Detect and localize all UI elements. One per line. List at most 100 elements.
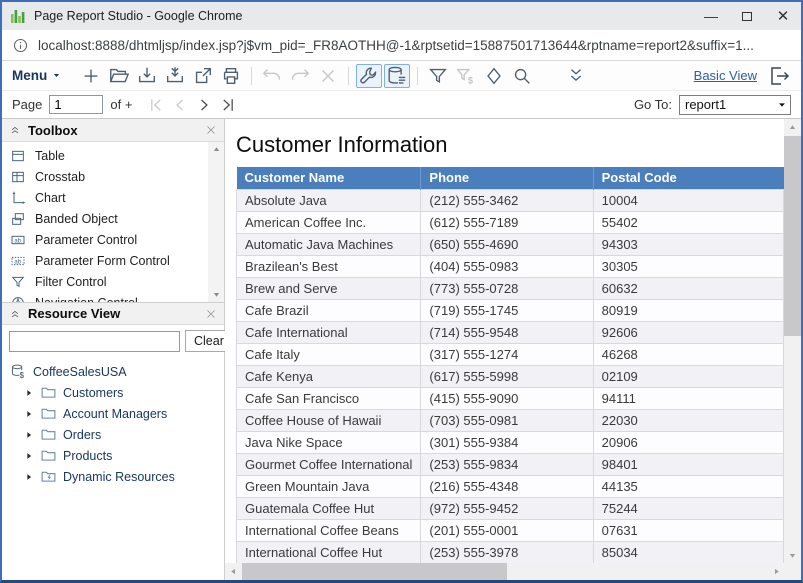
scroll-right-icon[interactable]	[768, 563, 784, 580]
toolbox-item-chart[interactable]: Chart	[2, 187, 207, 208]
scroll-down-icon[interactable]	[208, 287, 224, 302]
toolbox-item-crosstab[interactable]: Crosstab	[2, 166, 207, 187]
expand-arrow-icon[interactable]	[24, 430, 34, 440]
cell-postal-code[interactable]: 02109	[593, 365, 783, 387]
cell-phone[interactable]: (972) 555-9452	[421, 497, 593, 519]
cell-phone[interactable]: (650) 555-4690	[421, 233, 593, 255]
more-tools-button[interactable]	[563, 64, 589, 88]
toolbox-item-parameter-form-control[interactable]: abParameter Form Control	[2, 250, 207, 271]
report-title-label[interactable]: Customer Information	[236, 132, 784, 158]
toolbox-scrollbar[interactable]	[208, 142, 224, 302]
url-text[interactable]: localhost:8888/dhtmljsp/index.jsp?j$vm_p…	[38, 38, 754, 53]
close-resource-view-icon[interactable]	[205, 308, 217, 320]
cell-customer-name[interactable]: Cafe Kenya	[237, 365, 421, 387]
tree-node-customers[interactable]: Customers	[10, 382, 224, 403]
cell-customer-name[interactable]: Cafe Italy	[237, 343, 421, 365]
undo-button[interactable]	[259, 64, 285, 88]
first-page-button[interactable]	[146, 95, 166, 115]
cell-phone[interactable]: (404) 555-0983	[421, 255, 593, 277]
goto-report-select[interactable]: report1	[679, 95, 791, 115]
cell-postal-code[interactable]: 94303	[593, 233, 783, 255]
cell-phone[interactable]: (201) 555-0001	[421, 519, 593, 541]
cell-phone[interactable]: (714) 555-9548	[421, 321, 593, 343]
cell-customer-name[interactable]: Cafe San Francisco	[237, 387, 421, 409]
expand-arrow-icon[interactable]	[24, 451, 34, 461]
filter-button[interactable]	[425, 64, 451, 88]
cell-postal-code[interactable]: 94111	[593, 387, 783, 409]
menu-button[interactable]: Menu	[12, 68, 61, 83]
conditional-format-button[interactable]: $	[453, 64, 479, 88]
cell-postal-code[interactable]: 75244	[593, 497, 783, 519]
tree-node-orders[interactable]: Orders	[10, 424, 224, 445]
redo-button[interactable]	[287, 64, 313, 88]
cell-customer-name[interactable]: Cafe Brazil	[237, 299, 421, 321]
cell-customer-name[interactable]: American Coffee Inc.	[237, 211, 421, 233]
cell-phone[interactable]: (253) 555-3978	[421, 541, 593, 563]
cell-customer-name[interactable]: International Coffee Beans	[237, 519, 421, 541]
page-number-input[interactable]	[49, 95, 103, 114]
search-button[interactable]	[509, 64, 535, 88]
cell-postal-code[interactable]: 46268	[593, 343, 783, 365]
cell-customer-name[interactable]: Coffee House of Hawaii	[237, 409, 421, 431]
cell-customer-name[interactable]: International Coffee Hut	[237, 541, 421, 563]
cell-phone[interactable]: (719) 555-1745	[421, 299, 593, 321]
cell-customer-name[interactable]: Gourmet Coffee International	[237, 453, 421, 475]
tree-node-products[interactable]: Products	[10, 445, 224, 466]
cell-customer-name[interactable]: Cafe International	[237, 321, 421, 343]
scroll-up-icon[interactable]	[784, 119, 801, 135]
save-as-button[interactable]	[162, 64, 188, 88]
column-header-customer-name[interactable]: Customer Name	[237, 167, 421, 189]
cell-postal-code[interactable]: 20906	[593, 431, 783, 453]
cell-customer-name[interactable]: Absolute Java	[237, 189, 421, 211]
toolbox-item-banded-object[interactable]: Banded Object	[2, 208, 207, 229]
scroll-down-icon[interactable]	[784, 547, 801, 563]
cell-phone[interactable]: (253) 555-9834	[421, 453, 593, 475]
delete-button[interactable]	[315, 64, 341, 88]
minimize-button[interactable]: —	[693, 2, 729, 30]
main-vertical-scrollbar[interactable]	[784, 119, 801, 563]
cell-customer-name[interactable]: Brazilean's Best	[237, 255, 421, 277]
basic-view-link[interactable]: Basic View	[694, 68, 757, 83]
maximize-button[interactable]	[729, 2, 765, 30]
cell-postal-code[interactable]: 44135	[593, 475, 783, 497]
cell-postal-code[interactable]: 30305	[593, 255, 783, 277]
toolbox-item-table[interactable]: Table	[2, 145, 207, 166]
resource-search-input[interactable]	[9, 331, 180, 352]
main-horizontal-scrollbar[interactable]	[225, 563, 784, 580]
expand-arrow-icon[interactable]	[24, 472, 34, 482]
print-button[interactable]	[218, 64, 244, 88]
cell-phone[interactable]: (216) 555-4348	[421, 475, 593, 497]
vertical-scroll-thumb[interactable]	[784, 136, 801, 336]
expand-arrow-icon[interactable]	[24, 388, 34, 398]
cell-customer-name[interactable]: Guatemala Coffee Hut	[237, 497, 421, 519]
open-button[interactable]	[106, 64, 132, 88]
collapse-panel-icon[interactable]	[9, 124, 21, 136]
collapse-panel-icon[interactable]	[9, 308, 21, 320]
horizontal-scroll-thumb[interactable]	[242, 563, 507, 580]
window-titlebar[interactable]: Page Report Studio - Google Chrome — ✕	[2, 2, 801, 30]
cell-postal-code[interactable]: 07631	[593, 519, 783, 541]
cell-customer-name[interactable]: Green Mountain Java	[237, 475, 421, 497]
cell-phone[interactable]: (415) 555-9090	[421, 387, 593, 409]
save-button[interactable]	[134, 64, 160, 88]
next-page-button[interactable]	[194, 95, 214, 115]
cell-customer-name[interactable]: Java Nike Space	[237, 431, 421, 453]
previous-page-button[interactable]	[170, 95, 190, 115]
cell-phone[interactable]: (617) 555-5998	[421, 365, 593, 387]
cell-customer-name[interactable]: Automatic Java Machines	[237, 233, 421, 255]
cell-phone[interactable]: (212) 555-3462	[421, 189, 593, 211]
tree-node-dynamic-resources[interactable]: Dynamic Resources	[10, 466, 224, 487]
column-header-postal-code[interactable]: Postal Code	[593, 167, 783, 189]
export-button[interactable]	[190, 64, 216, 88]
toggle-toolbox-button[interactable]	[356, 64, 382, 88]
cell-postal-code[interactable]: 60632	[593, 277, 783, 299]
highlight-button[interactable]	[481, 64, 507, 88]
toggle-resource-view-button[interactable]	[384, 64, 410, 88]
tree-node-root[interactable]: $CoffeeSalesUSA	[10, 361, 224, 382]
last-page-button[interactable]	[218, 95, 238, 115]
info-icon[interactable]	[12, 37, 29, 54]
scroll-up-icon[interactable]	[208, 142, 224, 157]
cell-phone[interactable]: (773) 555-0728	[421, 277, 593, 299]
cell-customer-name[interactable]: Brew and Serve	[237, 277, 421, 299]
tree-node-account-managers[interactable]: Account Managers	[10, 403, 224, 424]
